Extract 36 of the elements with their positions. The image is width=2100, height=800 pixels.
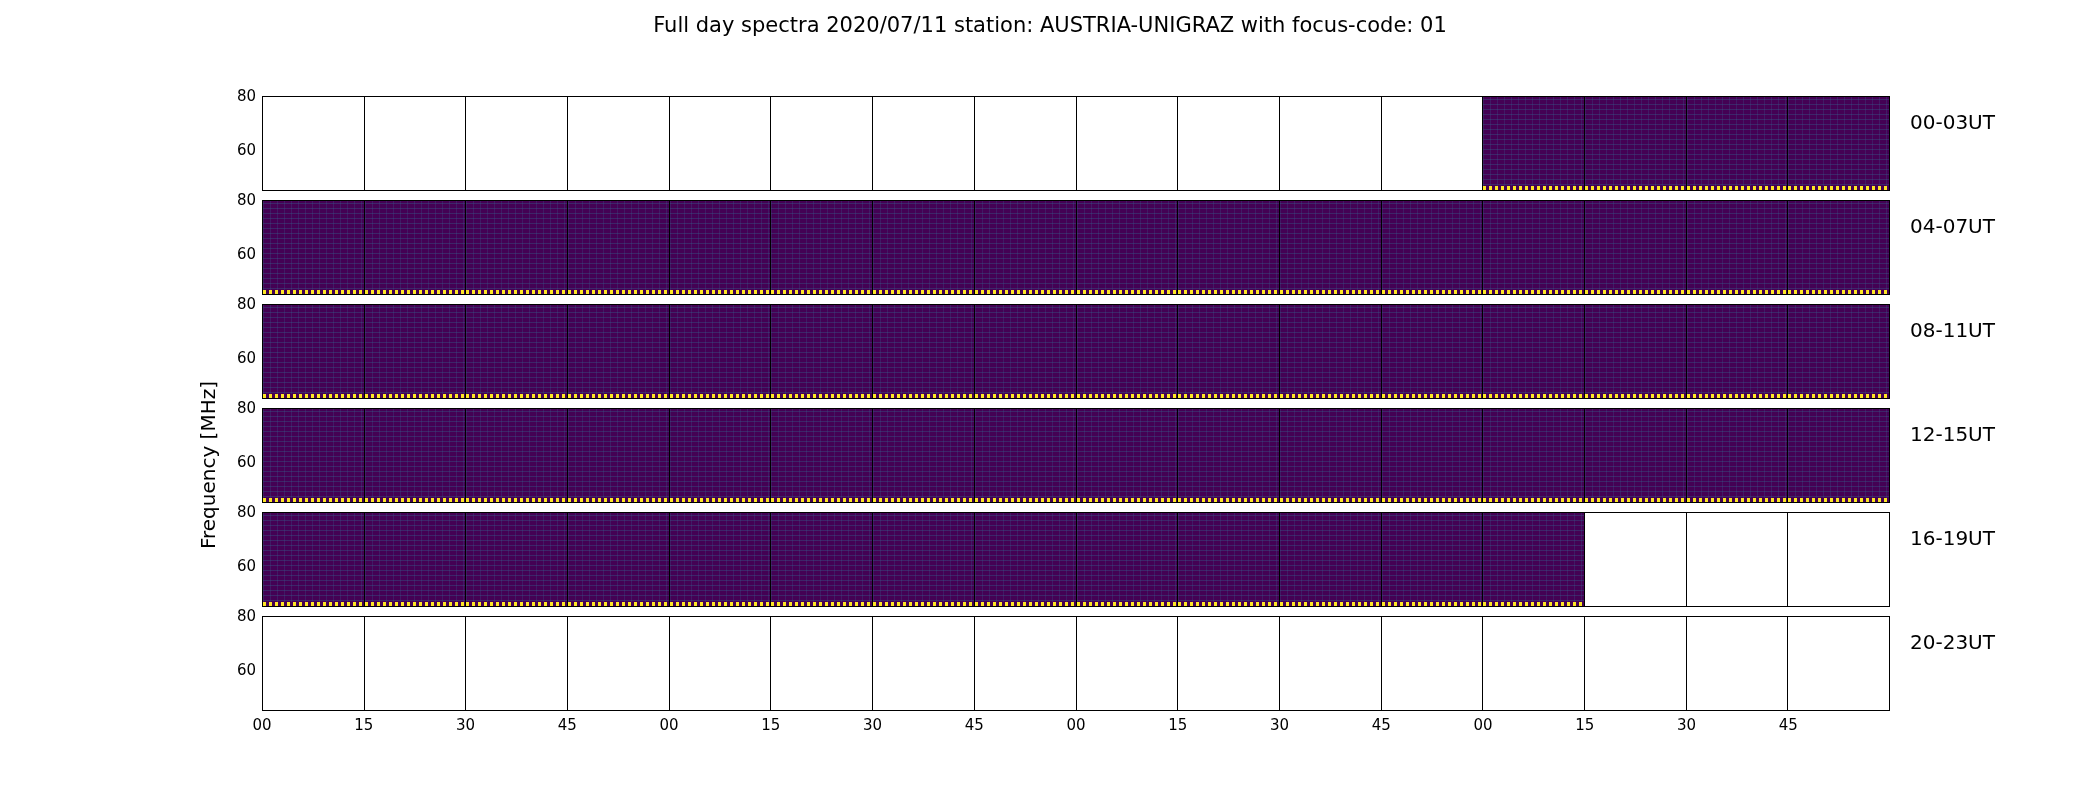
y-tick-label: 60	[236, 142, 256, 159]
x-tick-label: 45	[964, 716, 984, 734]
x-tick-label: 45	[557, 716, 577, 734]
x-tick-label: 15	[1575, 716, 1595, 734]
row-time-label: 08-11UT	[1910, 317, 1995, 344]
x-tick-label: 15	[761, 716, 781, 734]
row-time-label: 16-19UT	[1910, 525, 1995, 552]
y-tick-label: 80	[236, 192, 256, 208]
y-tick-label: 60	[236, 662, 256, 679]
y-tick-label: 80	[236, 400, 256, 416]
y-tick-label: 60	[236, 454, 256, 471]
y-tick-label: 80	[236, 296, 256, 312]
y-tick-label: 60	[236, 558, 256, 575]
row-time-label: 04-07UT	[1910, 213, 1995, 240]
y-tick-label: 80	[236, 504, 256, 520]
x-tick-label: 45	[1778, 716, 1798, 734]
x-tick-label: 15	[1168, 716, 1188, 734]
x-tick-label: 00	[659, 716, 679, 734]
y-tick-label: 60	[236, 246, 256, 263]
row-time-label: 00-03UT	[1910, 109, 1995, 136]
y-tick-label: 80	[236, 88, 256, 104]
y-axis-label: Frequency [MHz]	[196, 381, 220, 550]
x-tick-label: 45	[1371, 716, 1391, 734]
x-tick-label: 30	[1269, 716, 1290, 734]
y-tick-label: 80	[236, 608, 256, 624]
x-tick-label: 15	[354, 716, 374, 734]
x-tick-label: 30	[862, 716, 883, 734]
x-tick-label: 30	[1676, 716, 1697, 734]
y-tick-label: 60	[236, 350, 256, 367]
x-tick-label: 00	[1473, 716, 1493, 734]
row-time-label: 12-15UT	[1910, 421, 1995, 448]
row-time-label: 20-23UT	[1910, 629, 1995, 656]
x-tick-label: 00	[1066, 716, 1086, 734]
x-tick-label: 00	[252, 716, 272, 734]
x-tick-label: 30	[455, 716, 476, 734]
figure-title: Full day spectra 2020/07/11 station: AUSTRIA-UNIGRAZ with focus-code: 01	[652, 12, 1448, 38]
